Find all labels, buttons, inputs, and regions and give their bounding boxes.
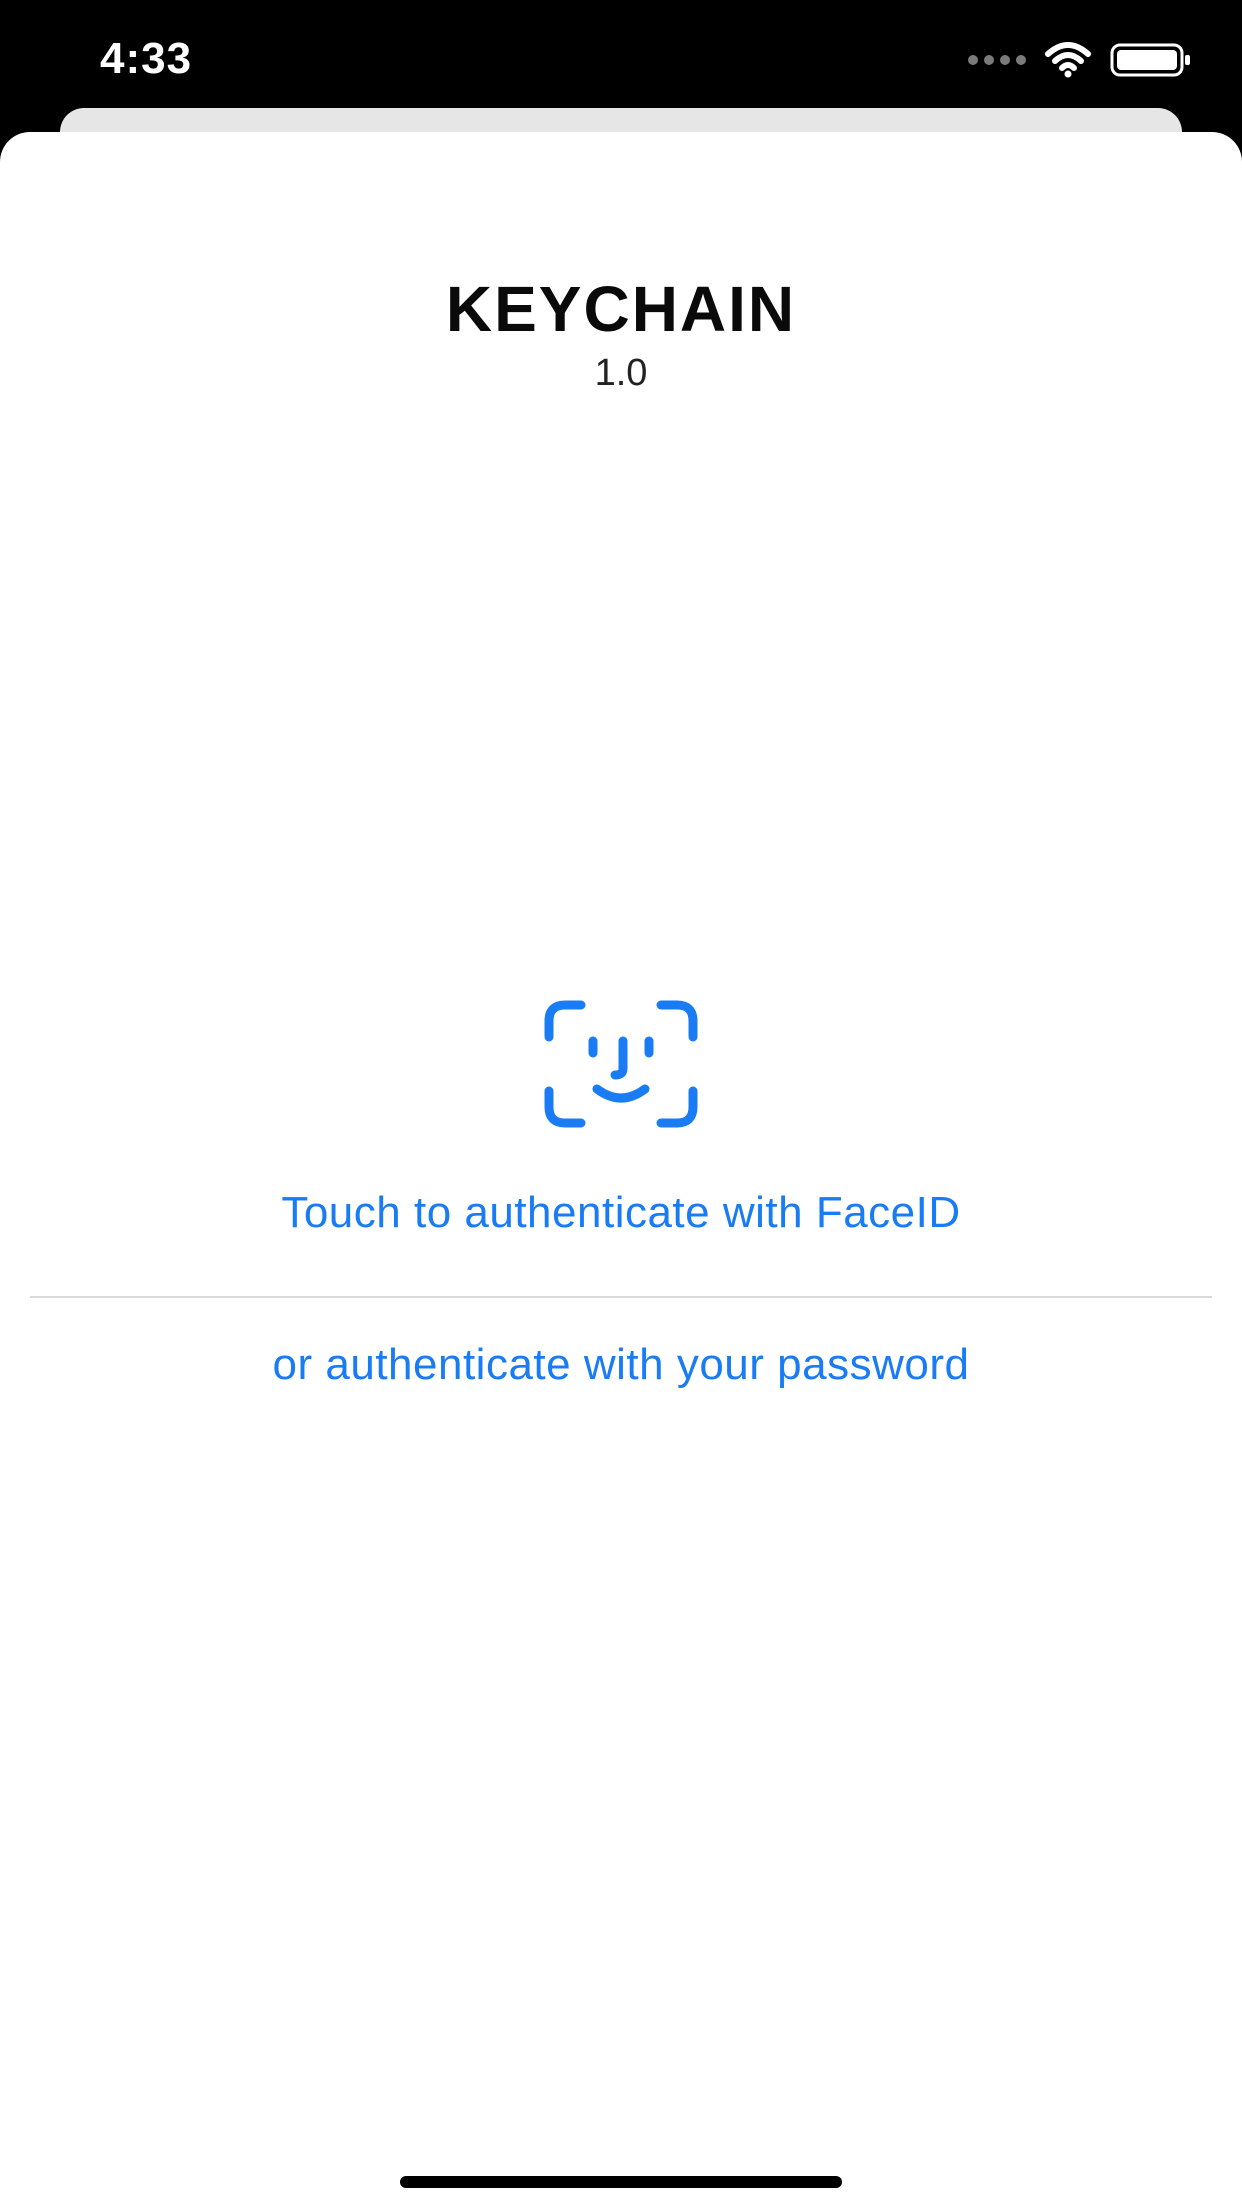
status-icons [968,40,1192,80]
faceid-button[interactable] [541,994,701,1134]
status-time: 4:33 [100,34,193,83]
app-title: KEYCHAIN [445,273,797,345]
wifi-icon [1045,42,1091,78]
password-auth-link[interactable]: or authenticate with your password [0,1340,1242,1390]
status-bar: 4:33 [0,0,1242,120]
battery-icon [1110,43,1190,77]
divider [30,1296,1212,1298]
faceid-icon [544,1000,698,1128]
app-version: 1.0 [594,352,648,394]
home-indicator[interactable] [400,2176,842,2188]
signal-dots-icon [968,55,1026,65]
auth-sheet [0,132,1242,2208]
faceid-auth-link[interactable]: Touch to authenticate with FaceID [0,1188,1242,1238]
screen: 4:33 KEYCHAIN 1.0 Touch to authenticate … [0,0,1242,2208]
